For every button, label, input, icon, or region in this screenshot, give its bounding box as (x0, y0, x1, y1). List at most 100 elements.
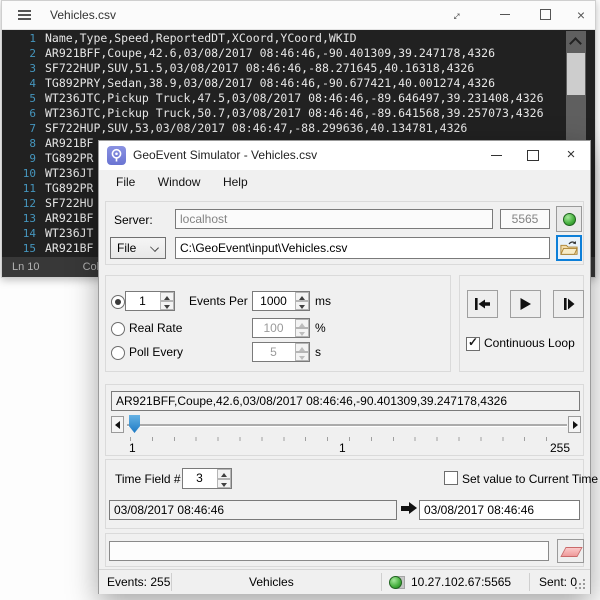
eraser-icon (560, 547, 582, 557)
set-current-time-label: Set value to Current Time (462, 472, 598, 486)
progress-group (105, 533, 584, 567)
connect-button[interactable] (556, 206, 582, 232)
csv-line: 1Name,Type,Speed,ReportedDT,XCoord,YCoor… (2, 31, 595, 46)
slider-left-button[interactable] (111, 416, 124, 433)
current-event-display: AR921BFF,Coupe,42.6,03/08/2017 08:46:46,… (111, 391, 580, 411)
server-label: Server: (114, 213, 153, 227)
skip-to-start-button[interactable] (467, 290, 498, 318)
csv-line: 7SF722HUP,SUV,53,03/08/2017 08:46:47,-88… (2, 121, 595, 136)
slider-thumb[interactable] (129, 415, 140, 433)
scrollbar-thumb[interactable] (567, 53, 585, 95)
maximize-button[interactable] (528, 1, 562, 29)
interval-ms-stepper[interactable]: 1000 (252, 291, 310, 311)
real-rate-label: Real Rate (129, 321, 182, 335)
hamburger-menu-icon[interactable] (18, 10, 31, 12)
continuous-loop-checkbox[interactable]: ✓ (466, 337, 480, 351)
close-button[interactable]: × (561, 146, 581, 163)
slider-ticks (130, 437, 568, 441)
events-count-stepper[interactable]: 1 (125, 291, 175, 311)
time-field-group: Time Field # 3 Set value to Current Time… (105, 459, 584, 529)
csv-line: 5WT236JTC,Pickup Truck,47.5,03/08/2017 0… (2, 91, 595, 106)
seconds-unit-label: s (315, 345, 321, 359)
spin-down-icon[interactable] (160, 301, 174, 310)
geoevent-simulator-window: GeoEvent Simulator - Vehicles.csv × File… (98, 140, 591, 594)
spin-down-icon[interactable] (217, 479, 231, 489)
minimize-button[interactable] (491, 155, 502, 156)
menu-file[interactable]: File (107, 170, 144, 194)
sim-window-title: GeoEvent Simulator - Vehicles.csv (133, 148, 317, 162)
menu-window[interactable]: Window (149, 170, 210, 194)
source-type-select[interactable]: File (110, 237, 166, 259)
sim-status-bar: Events: 255 Vehicles 10.27.102.67:5565 S… (99, 569, 590, 594)
menu-bar: File Window Help (99, 170, 590, 196)
line-indicator: Ln 10 (12, 261, 40, 273)
resize-grip[interactable] (583, 587, 585, 589)
playback-group: ✓ Continuous Loop (459, 275, 584, 372)
progress-bar (109, 541, 549, 561)
file-path-input[interactable]: C:\GeoEvent\input\Vehicles.csv (175, 237, 550, 259)
set-current-time-checkbox[interactable] (444, 471, 458, 485)
csv-line: 6WT236JTC,Pickup Truck,50.7,03/08/2017 0… (2, 106, 595, 121)
open-folder-icon (560, 240, 578, 256)
left-arrow-icon (115, 421, 120, 429)
step-forward-button[interactable] (553, 290, 584, 318)
slider-right-button[interactable] (568, 416, 581, 433)
geoevent-app-icon (107, 146, 126, 165)
time-field-label: Time Field # (115, 472, 181, 486)
scroll-up-icon[interactable] (569, 37, 582, 50)
csv-line: 2AR921BFF,Coupe,42.6,03/08/2017 08:46:46… (2, 46, 595, 61)
sim-title-bar[interactable]: GeoEvent Simulator - Vehicles.csv × (99, 141, 590, 170)
slider-min-label: 1 (129, 441, 136, 455)
server-address: 10.27.102.67:5565 (411, 575, 511, 589)
events-per-label: Events Per (189, 294, 248, 308)
time-field-stepper[interactable]: 3 (182, 468, 232, 489)
chevron-down-icon (150, 243, 159, 252)
clear-log-button[interactable] (557, 539, 584, 563)
check-icon: ✓ (468, 335, 478, 349)
poll-every-label: Poll Every (129, 345, 183, 359)
server-port-input[interactable]: 5565 (500, 209, 550, 229)
spin-up-icon[interactable] (217, 469, 231, 479)
output-time-input[interactable]: 03/08/2017 08:46:46 (419, 500, 580, 520)
server-group: Server: localhost 5565 File C:\GeoEvent\… (105, 201, 584, 265)
rate-group: 1 Events Per 1000 ms Real Rate 100 % Pol… (105, 275, 451, 372)
csv-window-title: Vehicles.csv (50, 8, 116, 22)
step-forward-icon (560, 297, 577, 311)
feed-name: Vehicles (249, 575, 294, 589)
csv-line: 4TG892PRY,Sedan,38.9,03/08/2017 08:46:46… (2, 76, 595, 91)
real-rate-stepper: 100 (252, 318, 310, 338)
slider-max-label: 255 (550, 441, 570, 455)
ms-unit-label: ms (315, 294, 331, 308)
events-count: Events: 255 (107, 575, 170, 589)
spin-down-icon[interactable] (295, 301, 309, 310)
skip-to-start-icon (474, 297, 491, 311)
server-host-input[interactable]: localhost (175, 209, 493, 229)
event-time-display: 03/08/2017 08:46:46 (109, 500, 397, 520)
spin-up-icon[interactable] (295, 292, 309, 301)
play-button[interactable] (510, 290, 541, 318)
spin-up-icon[interactable] (160, 292, 174, 301)
play-icon (517, 297, 534, 311)
event-slider-group: AR921BFF,Coupe,42.6,03/08/2017 08:46:46,… (105, 384, 584, 456)
expand-diagonal-icon[interactable]: ↔ (438, 1, 472, 29)
right-arrow-icon (573, 421, 578, 429)
close-button[interactable]: × (564, 1, 598, 29)
events-per-radio[interactable] (111, 295, 125, 309)
sent-count: Sent: 0 (539, 575, 577, 589)
poll-every-radio[interactable] (111, 346, 125, 360)
csv-title-bar[interactable]: Vehicles.csv ↔ × (2, 1, 595, 30)
csv-line: 3SF722HUP,SUV,51.5,03/08/2017 08:46:46,-… (2, 61, 595, 76)
connection-status-icon (389, 576, 402, 589)
column-indicator: Col (83, 261, 100, 273)
minimize-button[interactable] (488, 1, 522, 29)
browse-file-button[interactable] (556, 235, 582, 261)
menu-help[interactable]: Help (214, 170, 257, 194)
real-rate-radio[interactable] (111, 322, 125, 336)
percent-unit-label: % (315, 321, 326, 335)
slider-value-label: 1 (339, 441, 346, 455)
poll-seconds-stepper: 5 (252, 342, 310, 362)
connection-status-icon (563, 213, 576, 226)
slider-track[interactable] (127, 424, 567, 427)
maximize-button[interactable] (527, 150, 539, 161)
continuous-loop-label: Continuous Loop (484, 336, 575, 350)
